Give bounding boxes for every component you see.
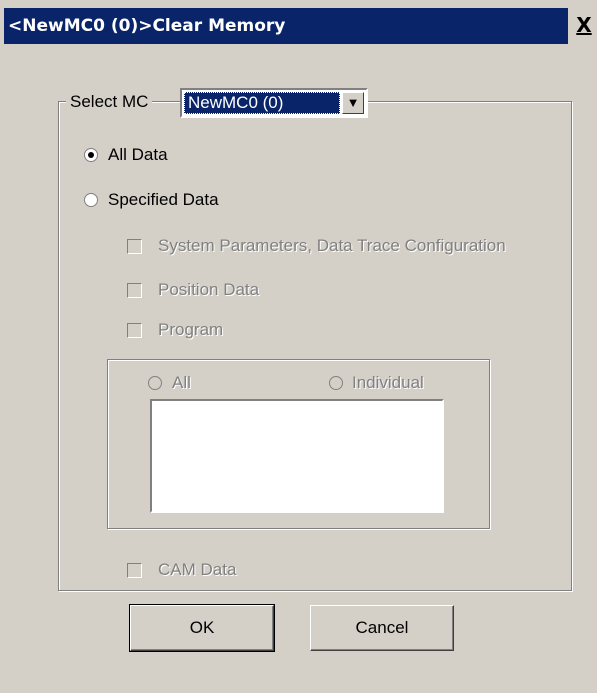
close-icon: X <box>576 13 592 37</box>
select-mc-value: NewMC0 (0) <box>184 92 340 114</box>
program-label: Program <box>158 320 224 339</box>
program-all-radio[interactable] <box>148 376 162 390</box>
cancel-button[interactable]: Cancel <box>310 605 454 651</box>
program-listbox[interactable] <box>150 399 444 513</box>
all-data-radio[interactable] <box>84 148 98 162</box>
program-individual-label: Individual <box>352 373 424 392</box>
clear-memory-dialog: <NewMC0 (0)>Clear Memory X Select MC New… <box>0 0 597 693</box>
all-data-label[interactable]: All Data <box>108 145 168 165</box>
cam-data-checkbox[interactable] <box>127 563 142 578</box>
cam-data-label: CAM Data <box>158 560 237 579</box>
program-checkbox[interactable] <box>127 323 142 338</box>
window-title: <NewMC0 (0)>Clear Memory <box>4 8 568 44</box>
radio-selected-dot <box>88 152 94 158</box>
select-mc-label: Select MC <box>66 92 153 112</box>
program-all-label: All <box>172 373 191 392</box>
ok-button[interactable]: OK <box>129 604 275 652</box>
system-params-checkbox[interactable] <box>127 239 142 254</box>
specified-data-label[interactable]: Specified Data <box>108 190 219 210</box>
close-button[interactable]: X <box>572 10 596 42</box>
select-mc-dropdown[interactable]: NewMC0 (0) ▼ <box>180 88 368 118</box>
chevron-down-icon[interactable]: ▼ <box>342 92 364 114</box>
position-data-checkbox[interactable] <box>127 283 142 298</box>
program-individual-radio[interactable] <box>329 376 343 390</box>
position-data-label: Position Data <box>158 280 260 299</box>
system-params-label: System Parameters, Data Trace Configurat… <box>158 236 506 255</box>
specified-data-radio[interactable] <box>84 193 98 207</box>
